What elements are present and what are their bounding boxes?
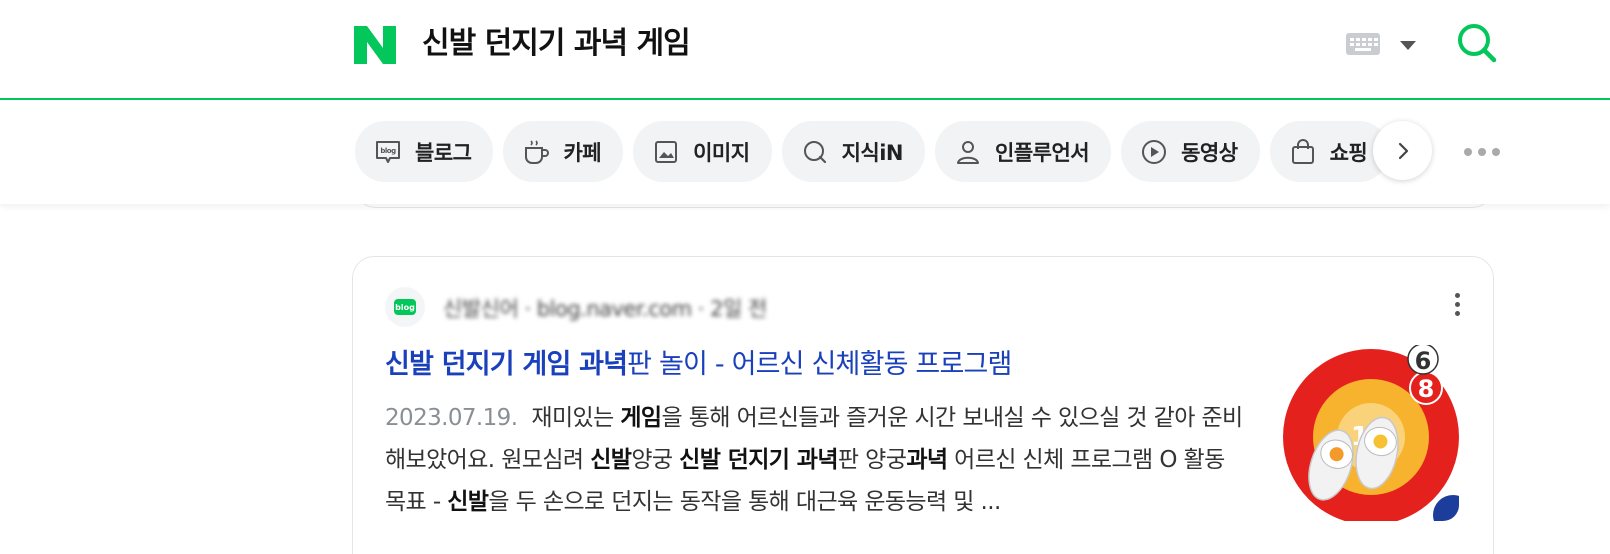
- tab-cafe[interactable]: 카페: [503, 121, 624, 182]
- tab-image[interactable]: 이미지: [633, 121, 772, 182]
- result-title[interactable]: 신발 던지기 게임 과녁판 놀이 - 어르신 신체활동 프로그램: [385, 347, 1012, 383]
- search-query[interactable]: 신발 던지기 과녁 게임: [422, 22, 691, 66]
- svg-text:blog: blog: [380, 147, 396, 155]
- kebab-menu-icon[interactable]: [1453, 293, 1461, 319]
- keyword-highlight: 과녁: [906, 447, 948, 473]
- blog-icon: blog: [376, 140, 400, 163]
- cafe-cup-icon: [525, 139, 550, 164]
- shopping-bag-icon: [1291, 138, 1314, 164]
- description-text: 판 양궁: [837, 447, 907, 473]
- keyword-highlight: 신발: [590, 447, 632, 473]
- tab-label: 지식iN: [841, 140, 904, 165]
- image-icon: [655, 140, 678, 163]
- more-tabs-icon[interactable]: [1464, 148, 1500, 156]
- tabs-next-button[interactable]: [1373, 121, 1432, 180]
- tab-video[interactable]: 동영상: [1121, 121, 1260, 182]
- tab-shopping[interactable]: 쇼핑: [1269, 121, 1390, 182]
- description-text: 을 두 손으로 던지는 동작을 통해 대근육 운동능력 및 ...: [488, 489, 1001, 515]
- tab-label: 인플루언서: [995, 140, 1090, 165]
- score-6: 6: [1415, 347, 1432, 375]
- thumbnail-image: 8 6 10: [1283, 345, 1459, 521]
- post-date: 2023.07.19.: [385, 405, 518, 431]
- description-text: 재미있는: [531, 405, 621, 431]
- search-tab-bar: blog 블로그 카페 이미지 지식iN 인플루언서 동영상 쇼핑: [0, 100, 1610, 204]
- keyword-highlight: 게임: [620, 405, 662, 431]
- search-header: 신발 던지기 과녁 게임: [0, 0, 1610, 100]
- title-highlight: 신발 던지기 게임 과녁: [385, 349, 628, 380]
- play-icon: [1142, 139, 1167, 164]
- search-icon[interactable]: [1456, 22, 1498, 64]
- tab-label: 카페: [563, 140, 602, 165]
- tab-influencer[interactable]: 인플루언서: [935, 121, 1112, 182]
- tab-label: 이미지: [693, 140, 750, 165]
- tab-label: 블로그: [415, 140, 472, 165]
- tab-list: blog 블로그 카페 이미지 지식iN 인플루언서 동영상 쇼핑: [355, 121, 1415, 182]
- naver-logo-icon[interactable]: [354, 26, 396, 64]
- description-text: 양궁: [631, 447, 680, 473]
- source-meta[interactable]: 신발신어 · blog.naver.com · 2일 전: [443, 293, 767, 323]
- tab-blog[interactable]: blog 블로그: [355, 121, 494, 182]
- blog-badge: blog: [394, 299, 416, 315]
- chevron-down-icon[interactable]: [1400, 41, 1416, 50]
- blog-source-icon[interactable]: blog: [385, 287, 425, 327]
- blog-result-card: blog 신발신어 · blog.naver.com · 2일 전 신발 던지기…: [352, 256, 1494, 554]
- person-icon: [957, 140, 979, 164]
- result-description[interactable]: 2023.07.19. 재미있는 게임을 통해 어르신들과 즐거운 시간 보내실 …: [385, 397, 1245, 523]
- score-8: 8: [1418, 375, 1435, 403]
- keyboard-icon[interactable]: [1346, 33, 1380, 55]
- keyword-highlight: 신발 던지기 과녁: [679, 447, 838, 473]
- knowledge-in-icon: [803, 140, 826, 163]
- tab-label: 동영상: [1181, 140, 1238, 165]
- tab-knowledge-in[interactable]: 지식iN: [781, 121, 925, 182]
- keyword-highlight: 신발: [447, 489, 489, 515]
- result-thumbnail[interactable]: 8 6 10: [1283, 345, 1459, 521]
- title-rest: 판 놀이 - 어르신 신체활동 프로그램: [627, 349, 1012, 380]
- tab-label: 쇼핑: [1329, 140, 1368, 165]
- chevron-right-icon: [1398, 142, 1408, 159]
